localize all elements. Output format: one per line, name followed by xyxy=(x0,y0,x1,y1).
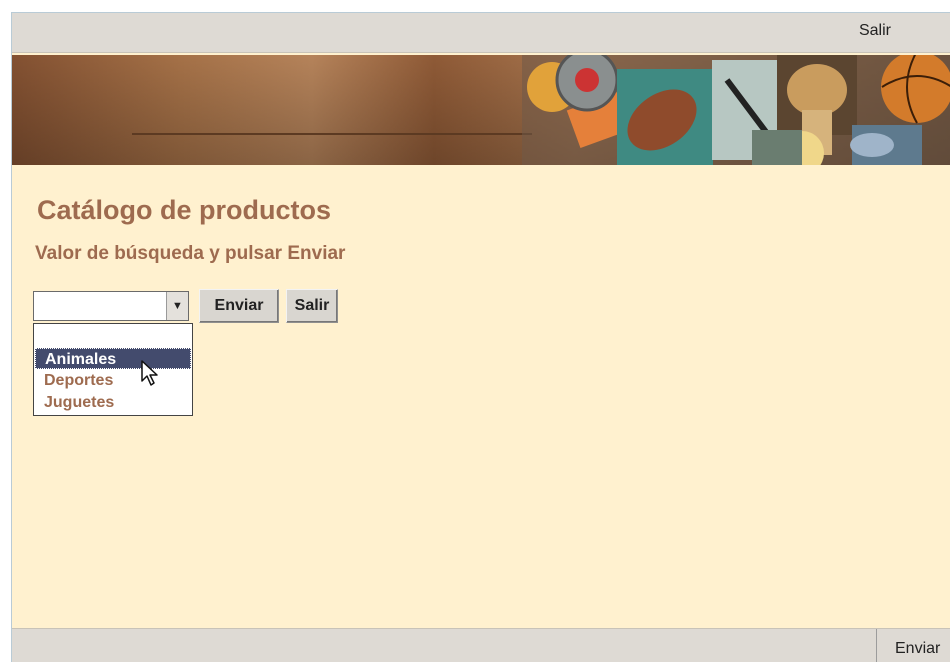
bottom-submit-button[interactable]: Enviar xyxy=(876,629,950,662)
submit-button[interactable]: Enviar xyxy=(199,289,279,323)
option-animales[interactable]: Animales xyxy=(35,348,191,369)
dropdown-list[interactable]: Animales Deportes Juguetes xyxy=(33,323,193,416)
option-deportes[interactable]: Deportes xyxy=(44,372,113,390)
mouse-pointer-icon xyxy=(141,360,158,386)
bottom-toolbar: Enviar xyxy=(12,628,950,662)
top-toolbar: Salir xyxy=(12,13,950,53)
top-exit-link[interactable]: Salir xyxy=(859,22,891,40)
browser-frame: Salir Catálogo de productos Valor de bús… xyxy=(11,12,950,662)
banner-illustration xyxy=(12,55,950,165)
option-juguetes[interactable]: Juguetes xyxy=(44,394,114,412)
triangle-down-icon[interactable]: ▼ xyxy=(166,292,188,320)
page-title: Catálogo de productos xyxy=(37,195,332,225)
sports-banner xyxy=(12,55,950,165)
category-select[interactable]: ▼ xyxy=(33,291,189,321)
page-subtitle: Valor de búsqueda y pulsar Enviar xyxy=(35,243,346,264)
exit-button[interactable]: Salir xyxy=(286,289,338,323)
